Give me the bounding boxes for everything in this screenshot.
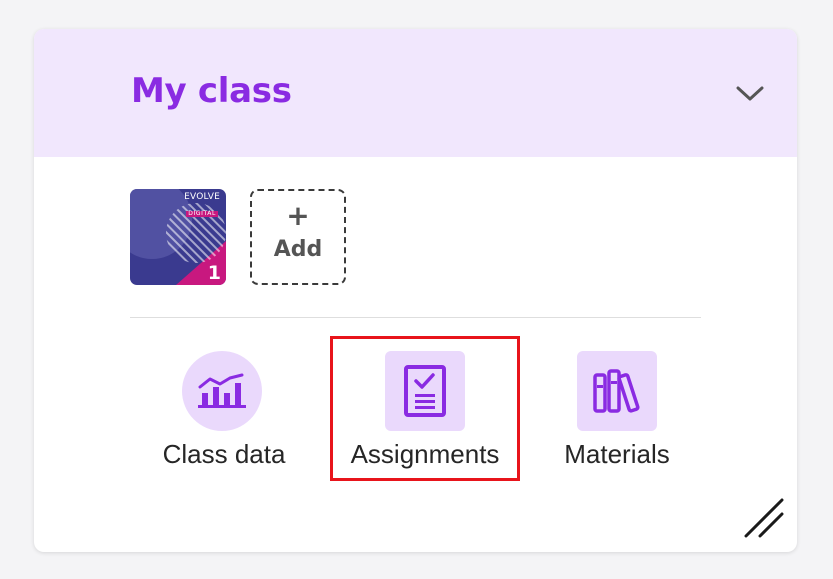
chevron-down-icon (736, 86, 764, 101)
books-icon (593, 369, 640, 413)
book-brand: EVOLVE DIGITAL (184, 193, 220, 218)
collapse-button[interactable] (730, 77, 770, 113)
add-book-button[interactable]: + Add (250, 189, 346, 285)
materials-label: Materials (564, 439, 670, 469)
add-label: Add (273, 237, 323, 262)
book-brand-name: EVOLVE (184, 192, 220, 202)
materials-icon-wrap (577, 351, 657, 431)
chart-icon (198, 373, 246, 408)
plus-icon: + (286, 199, 310, 232)
assignments-icon-wrap (385, 351, 465, 431)
resize-handle-icon (744, 498, 784, 538)
book-brand-sub: DIGITAL (186, 210, 218, 217)
assignment-icon (404, 365, 446, 417)
class-data-icon-wrap (182, 351, 262, 431)
my-class-card: My class EVOLVE DIGITAL 1 + Add Class da… (34, 29, 797, 552)
card-title: My class (131, 71, 292, 111)
section-divider (130, 317, 701, 318)
book-level-number: 1 (207, 262, 221, 284)
assignments-label: Assignments (350, 439, 500, 469)
book-evolve-digital-1[interactable]: EVOLVE DIGITAL 1 (130, 189, 226, 285)
resize-handle[interactable] (742, 496, 786, 540)
card-header: My class (34, 29, 797, 157)
class-data-label: Class data (162, 439, 286, 469)
